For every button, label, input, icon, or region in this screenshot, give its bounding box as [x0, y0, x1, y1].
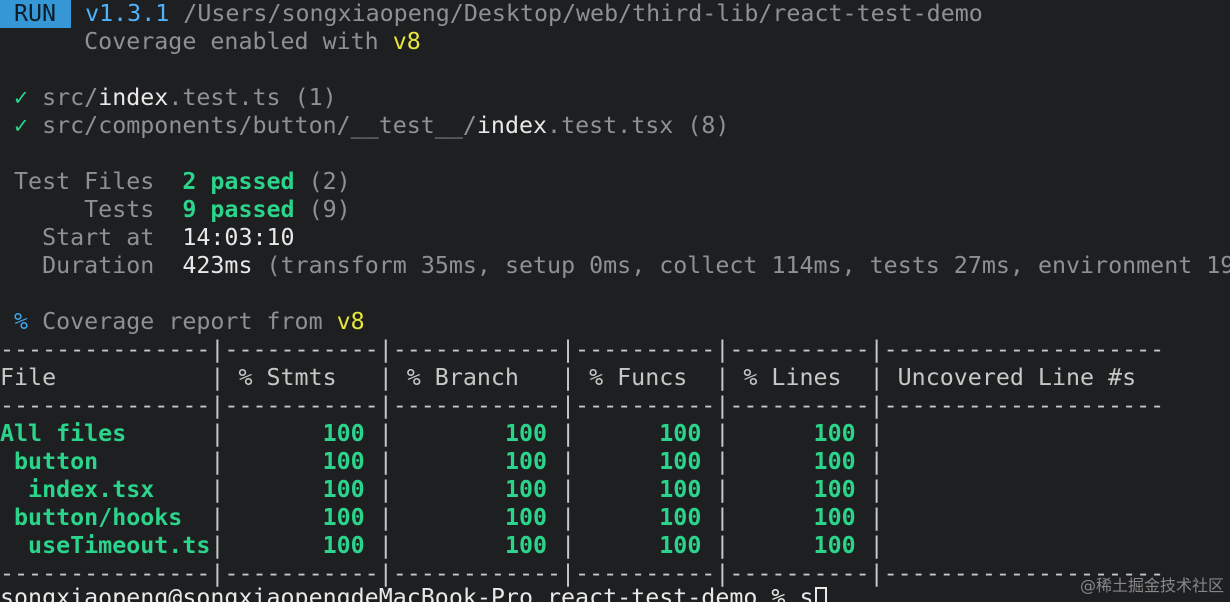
vitest-version: v1.3.1: [85, 0, 170, 27]
table-row: button/hooks | 100 | 100 | 100 | 100 |: [0, 504, 884, 531]
coverage-provider: v8: [392, 28, 421, 55]
cell-branch: 100: [392, 420, 548, 447]
test-file-count: (8): [687, 112, 730, 139]
test-file-dir: src/components/button/__test__/: [42, 112, 477, 139]
cell-file: button: [0, 448, 211, 475]
table-row: index.tsx | 100 | 100 | 100 | 100 |: [0, 476, 884, 503]
table-separator: ---------------|-----------|------------…: [0, 392, 1165, 419]
check-icon: ✓: [14, 112, 29, 139]
coverage-report-text: Coverage report from: [42, 308, 323, 335]
cell-stmts: 100: [224, 420, 365, 447]
summary-passed: 9 passed: [182, 196, 295, 223]
cell-stmts: 100: [224, 476, 365, 503]
project-path: /Users/songxiaopeng/Desktop/web/third-li…: [183, 0, 983, 27]
table-row: button | 100 | 100 | 100 | 100 |: [0, 448, 884, 475]
coverage-report-line: % Coverage report from v8: [0, 308, 365, 336]
table-separator: ---------------|-----------|------------…: [0, 336, 1165, 363]
run-badge: RUN: [0, 0, 72, 28]
table-row: All files | 100 | 100 | 100 | 100 |: [0, 420, 884, 447]
cell-file: useTimeout.ts: [0, 532, 211, 559]
cell-funcs: 100: [575, 448, 702, 475]
cell-branch: 100: [392, 448, 548, 475]
cell-stmts: 100: [224, 532, 365, 559]
test-file-row: ✓ src/index.test.ts (1): [0, 84, 337, 112]
percent-icon: %: [14, 308, 29, 335]
shell-prompt[interactable]: songxiaopeng@songxiaopengdeMacBook-Pro r…: [0, 584, 827, 602]
summary-total: (9): [308, 196, 351, 223]
cell-funcs: 100: [575, 504, 702, 531]
test-file-row: ✓ src/components/button/__test__/index.t…: [0, 112, 729, 140]
cell-funcs: 100: [575, 532, 702, 559]
test-file-count: (1): [294, 84, 337, 111]
test-file-ext: .test.ts: [168, 84, 281, 111]
test-file-dir: src/: [42, 84, 99, 111]
run-header-line: RUN v1.3.1 /Users/songxiaopeng/Desktop/w…: [0, 0, 983, 28]
summary-tests: Tests 9 passed (9): [0, 196, 351, 224]
cell-lines: 100: [729, 476, 856, 503]
cell-file: All files: [0, 420, 211, 447]
prompt-text: songxiaopeng@songxiaopengdeMacBook-Pro r…: [0, 584, 814, 602]
coverage-enabled-text: Coverage enabled with: [84, 28, 379, 55]
summary-start-time: 14:03:10: [182, 224, 295, 251]
cell-file: index.tsx: [0, 476, 211, 503]
test-file-name: index: [476, 112, 548, 139]
cell-lines: 100: [729, 532, 856, 559]
summary-duration: Duration 423ms (transform 35ms, setup 0m…: [0, 252, 1230, 280]
cell-branch: 100: [392, 504, 548, 531]
summary-label: Duration: [42, 252, 155, 279]
test-file-name: index: [98, 84, 169, 111]
test-file-ext: .test.tsx: [547, 112, 674, 139]
cell-funcs: 100: [575, 476, 702, 503]
summary-start: Start at 14:03:10: [0, 224, 295, 252]
cell-branch: 100: [392, 532, 548, 559]
summary-label: Tests: [84, 196, 155, 223]
cell-stmts: 100: [224, 448, 365, 475]
cell-stmts: 100: [224, 504, 365, 531]
check-icon: ✓: [14, 84, 29, 111]
cell-lines: 100: [729, 504, 856, 531]
cell-funcs: 100: [575, 420, 702, 447]
summary-total: (2): [308, 168, 351, 195]
cell-file: button/hooks: [0, 504, 211, 531]
summary-duration-detail: (transform 35ms, setup 0ms, collect 114m…: [266, 252, 1230, 279]
table-header: File | % Stmts | % Branch | % Funcs | % …: [0, 364, 1137, 391]
summary-label: Start at: [42, 224, 155, 251]
cell-branch: 100: [392, 476, 548, 503]
summary-label: Test Files: [14, 168, 155, 195]
watermark: @稀土掘金技术社区: [1079, 576, 1224, 595]
coverage-enabled-line: Coverage enabled with v8: [0, 28, 421, 56]
summary-passed: 2 passed: [182, 168, 295, 195]
cell-lines: 100: [729, 448, 856, 475]
cursor-icon: [814, 586, 827, 602]
summary-test-files: Test Files 2 passed (2): [0, 168, 351, 196]
table-row: useTimeout.ts| 100 | 100 | 100 | 100 |: [0, 532, 884, 559]
terminal-window[interactable]: RUN v1.3.1 /Users/songxiaopeng/Desktop/w…: [0, 0, 1230, 602]
cell-lines: 100: [729, 420, 856, 447]
coverage-report-provider: v8: [336, 308, 365, 335]
summary-duration-value: 423ms: [182, 252, 253, 279]
